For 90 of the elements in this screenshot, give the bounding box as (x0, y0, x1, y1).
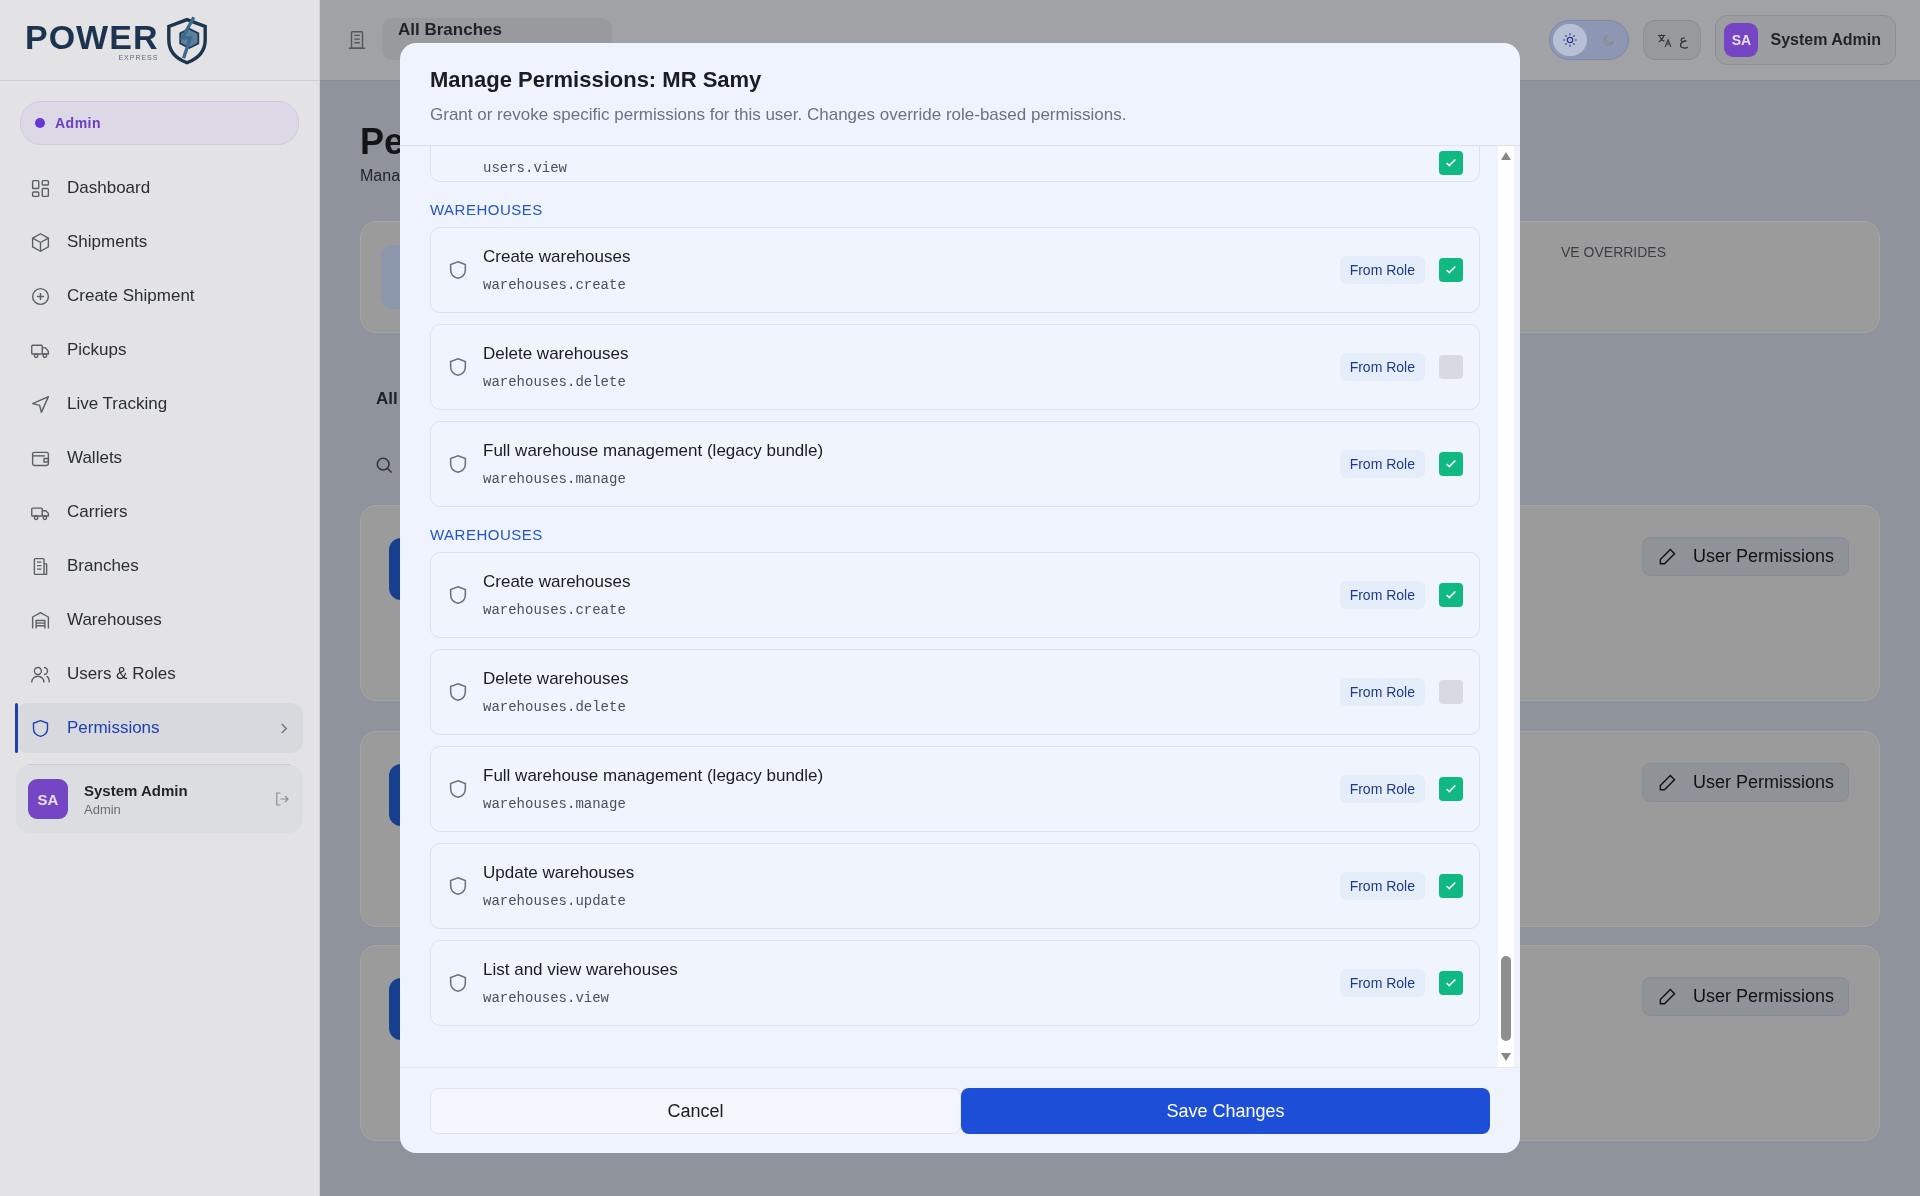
search-icon (374, 455, 394, 475)
permission-name: Update warehouses (483, 863, 636, 883)
page-title: Pe (360, 121, 405, 163)
checkbox[interactable] (1439, 452, 1463, 476)
nav-icon (30, 285, 51, 307)
nav-icon (30, 609, 51, 631)
sidebar-item[interactable]: Create Shipment (16, 271, 303, 321)
checkbox[interactable] (1439, 874, 1463, 898)
checkbox[interactable] (1439, 777, 1463, 801)
shield-icon (447, 584, 469, 606)
checkbox[interactable] (1439, 258, 1463, 282)
shield-icon (447, 778, 469, 800)
nav-icon (30, 231, 51, 253)
user-permissions-button[interactable]: User Permissions (1641, 763, 1849, 802)
sidebar-item[interactable]: Permissions (16, 703, 303, 753)
permission-code: warehouses.delete (483, 699, 627, 715)
dialog-title: Manage Permissions: MR Samy (430, 67, 763, 93)
logout-icon[interactable] (273, 790, 291, 808)
source-tag: From Role (1339, 969, 1425, 997)
permission-name: Delete warehouses (483, 669, 630, 689)
source-tag: From Role (1339, 872, 1425, 900)
sidebar-item[interactable]: Branches (16, 541, 303, 591)
permission-code: warehouses.view (483, 990, 611, 1006)
source-tag: From Role (1339, 775, 1425, 803)
checkbox[interactable] (1439, 355, 1463, 379)
scrollbar[interactable] (1498, 146, 1514, 1067)
source-tag: From Role (1339, 353, 1425, 381)
source-tag: From Role (1339, 678, 1425, 706)
permission-name: List and view warehouses (483, 960, 679, 980)
sun-icon[interactable] (1553, 24, 1588, 56)
permission-name: Delete warehouses (483, 344, 630, 364)
sidebar-item[interactable]: Shipments (16, 217, 303, 267)
cancel-button[interactable]: Cancel (430, 1088, 961, 1134)
building-icon (346, 29, 368, 51)
user-name: System Admin (84, 781, 189, 799)
translate-icon (1656, 31, 1674, 49)
user-permissions-button[interactable]: User Permissions (1641, 537, 1849, 576)
shield-icon (447, 259, 469, 281)
logo-name: POWER (25, 19, 159, 54)
shield-icon (447, 356, 469, 378)
user-avatar: SA (28, 779, 68, 819)
theme-toggle[interactable] (1549, 20, 1630, 60)
shield-icon (447, 681, 469, 703)
sidebar-item[interactable]: Wallets (16, 433, 303, 483)
role-badge: Admin (20, 101, 299, 145)
user-card[interactable]: SA System Admin Admin (16, 765, 303, 833)
shield-icon (447, 972, 469, 994)
permission-name: Full warehouse management (legacy bundle) (483, 766, 825, 786)
checkbox[interactable] (1439, 583, 1463, 607)
source-tag: From Role (1339, 256, 1425, 284)
checkbox[interactable] (1439, 680, 1463, 704)
permission-code: warehouses.create (483, 277, 627, 293)
sidebar-item[interactable]: Carriers (16, 487, 303, 537)
source-tag: From Role (1339, 450, 1425, 478)
language-label: ع (1679, 31, 1689, 49)
stat-label: VE OVERRIDES (1561, 244, 1667, 260)
permission-code: users.view (483, 160, 568, 176)
sidebar-item[interactable]: Live Tracking (16, 379, 303, 429)
page-subtitle: Mana (360, 167, 401, 185)
permission-code: warehouses.create (483, 602, 627, 618)
nav-icon (30, 717, 51, 739)
group-heading: WAREHOUSES (430, 526, 544, 543)
sidebar-item[interactable]: Dashboard (16, 163, 303, 213)
permission-name: Create warehouses (483, 572, 632, 592)
user-avatar: SA (1724, 23, 1759, 57)
permission-code: warehouses.manage (483, 471, 627, 487)
chevron-icon (280, 721, 289, 735)
save-button[interactable]: Save Changes (961, 1088, 1490, 1134)
user-name: System Admin (1770, 31, 1881, 49)
shield-icon (447, 875, 469, 897)
sidebar-item[interactable]: Warehouses (16, 595, 303, 645)
permission-name: Full warehouse management (legacy bundle) (483, 441, 825, 461)
user-permissions-button[interactable]: User Permissions (1641, 977, 1849, 1016)
user-role: Admin (84, 801, 122, 817)
permission-code: warehouses.manage (483, 796, 627, 812)
source-tag: From Role (1339, 581, 1425, 609)
group-heading: WAREHOUSES (430, 201, 544, 218)
user-menu[interactable]: SA System Admin (1715, 15, 1896, 65)
permission-name: Create warehouses (483, 247, 632, 267)
nav-icon (30, 177, 51, 199)
sidebar-item[interactable]: Pickups (16, 325, 303, 375)
checkbox[interactable] (1439, 151, 1463, 175)
nav-icon (30, 393, 51, 415)
permission-code: warehouses.update (483, 893, 627, 909)
shield-icon (447, 453, 469, 475)
sidebar-item[interactable]: Users & Roles (16, 649, 303, 699)
checkbox[interactable] (1439, 971, 1463, 995)
dialog-description: Grant or revoke specific permissions for this user. Changes override role-based permissions. (430, 105, 1128, 125)
permission-code: warehouses.delete (483, 374, 627, 390)
language-button[interactable]: ع (1643, 20, 1702, 60)
